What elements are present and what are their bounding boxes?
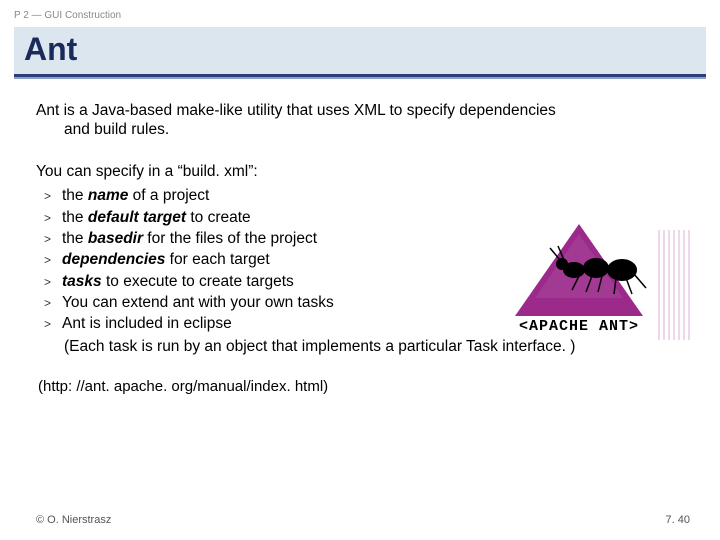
bullet-marker: > [44, 275, 62, 290]
list-item: >the name of a project [36, 185, 690, 206]
intro-paragraph: Ant is a Java-based make-like utility th… [36, 101, 690, 140]
bullet-text: tasks to execute to create targets [62, 273, 294, 290]
intro-line2: and build rules. [64, 121, 169, 138]
bullet-marker: > [44, 232, 62, 247]
manual-url: (http: //ant. apache. org/manual/index. … [38, 378, 690, 397]
logo-text: <APACHE ANT> [486, 318, 672, 335]
intro-line1: Ant is a Java-based make-like utility th… [36, 102, 556, 119]
bullet-text: Ant is included in eclipse [62, 315, 232, 332]
bullet-text: the name of a project [62, 187, 209, 204]
page-number: 7. 40 [666, 514, 690, 526]
apache-ant-logo: <APACHE ANT> [486, 224, 672, 335]
bullet-marker: > [44, 211, 62, 226]
breadcrumb: P 2 — GUI Construction [0, 0, 720, 25]
bullet-text: the default target to create [62, 209, 251, 226]
bullet-marker: > [44, 317, 62, 332]
footer: © O. Nierstrasz 7. 40 [36, 514, 690, 526]
bullet-text: You can extend ant with your own tasks [62, 294, 334, 311]
bullet-text: the basedir for the files of the project [62, 230, 317, 247]
bullet-marker: > [44, 296, 62, 311]
page-title: Ant [24, 31, 706, 68]
logo-triangle-icon [515, 224, 643, 316]
bullet-text: dependencies for each target [62, 251, 270, 268]
bullet-marker: > [44, 189, 62, 204]
copyright: © O. Nierstrasz [36, 514, 111, 526]
title-bar: Ant [14, 27, 706, 74]
bullet-marker: > [44, 253, 62, 268]
spec-title: You can specify in a “build. xml”: [36, 162, 690, 181]
task-note: (Each task is run by an object that impl… [64, 337, 690, 356]
